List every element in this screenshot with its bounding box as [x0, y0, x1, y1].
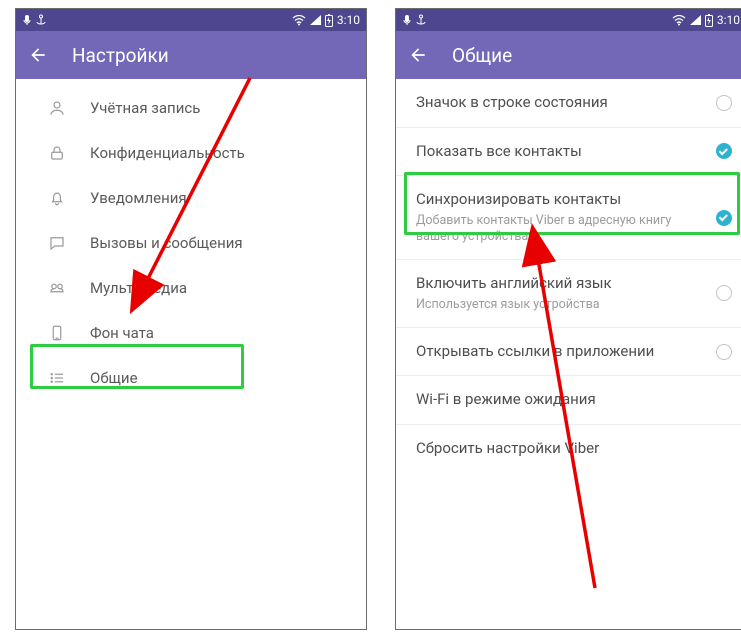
microphone-icon: [402, 14, 412, 26]
anchor-icon: [416, 14, 426, 26]
status-right-icons: 3:10: [292, 13, 360, 27]
general-item-status-icon[interactable]: Значок в строке состояния: [396, 79, 741, 128]
general-item-reset[interactable]: Сбросить настройки Viber: [396, 425, 741, 473]
general-item-title: Wi-Fi в режиме ожидания: [416, 390, 696, 410]
signal-icon: [310, 15, 321, 25]
radio-off-icon[interactable]: [716, 285, 732, 301]
general-item-english[interactable]: Включить английский язык Используется яз…: [396, 260, 741, 328]
settings-item-general[interactable]: Общие: [16, 355, 366, 400]
general-item-show-contacts[interactable]: Показать все контакты: [396, 128, 741, 177]
radio-on-icon[interactable]: [716, 210, 732, 226]
general-list: Значок в строке состояния Показать все к…: [396, 79, 741, 472]
microphone-icon: [22, 14, 32, 26]
phone-general: 3:10 Общие Значок в строке состояния Пок…: [395, 8, 741, 630]
arrow-left-icon: [408, 45, 428, 65]
settings-item-account[interactable]: Учётная запись: [16, 85, 366, 130]
status-left-icons: [402, 14, 426, 26]
user-icon: [46, 97, 68, 119]
general-item-wifi-sleep[interactable]: Wi-Fi в режиме ожидания: [396, 376, 741, 425]
general-item-title: Сбросить настройки Viber: [416, 439, 696, 459]
radio-on-icon[interactable]: [716, 143, 732, 159]
general-item-title: Включить английский язык: [416, 274, 696, 294]
settings-item-label: Общие: [90, 369, 138, 387]
settings-item-notifications[interactable]: Уведомления: [16, 175, 366, 220]
status-right-icons: 3:10: [672, 13, 740, 27]
bell-icon: [46, 187, 68, 209]
settings-item-privacy[interactable]: Конфиденциальность: [16, 130, 366, 175]
status-bar: 3:10: [396, 9, 741, 31]
signal-icon: [690, 15, 701, 25]
general-item-title: Открывать ссылки в приложении: [416, 342, 696, 362]
list-icon: [46, 367, 68, 389]
battery-charging-icon: [705, 14, 713, 27]
settings-item-media[interactable]: Мультимедиа: [16, 265, 366, 310]
settings-item-calls[interactable]: Вызовы и сообщения: [16, 220, 366, 265]
settings-item-label: Фон чата: [90, 324, 154, 342]
settings-item-label: Учётная запись: [90, 99, 200, 117]
back-button[interactable]: [28, 45, 48, 65]
status-time: 3:10: [717, 13, 740, 27]
settings-item-label: Конфиденциальность: [90, 144, 245, 162]
arrow-left-icon: [28, 45, 48, 65]
general-item-title: Показать все контакты: [416, 142, 696, 162]
lock-icon: [46, 142, 68, 164]
wifi-icon: [292, 15, 306, 26]
app-header: Общие: [396, 31, 741, 79]
radio-off-icon[interactable]: [716, 95, 732, 111]
general-item-title: Синхронизировать контакты: [416, 190, 696, 210]
media-icon: [46, 277, 68, 299]
radio-off-icon[interactable]: [716, 344, 732, 360]
settings-item-label: Вызовы и сообщения: [90, 234, 243, 252]
back-button[interactable]: [408, 45, 428, 65]
phone-frame-icon: [46, 322, 68, 344]
settings-item-background[interactable]: Фон чата: [16, 310, 366, 355]
chat-icon: [46, 232, 68, 254]
general-item-subtitle: Используется язык устройства: [416, 297, 696, 313]
app-header: Настройки: [16, 31, 366, 79]
settings-list: Учётная запись Конфиденциальность Уведом…: [16, 79, 366, 406]
phone-settings: 3:10 Настройки Учётная запись Конфиденци…: [15, 8, 367, 630]
general-item-title: Значок в строке состояния: [416, 93, 696, 113]
page-title: Настройки: [72, 44, 169, 67]
status-bar: 3:10: [16, 9, 366, 31]
settings-item-label: Уведомления: [90, 189, 187, 207]
general-item-links[interactable]: Открывать ссылки в приложении: [396, 328, 741, 377]
general-item-subtitle: Добавить контакты Viber в адресную книгу…: [416, 213, 696, 246]
status-left-icons: [22, 14, 46, 26]
settings-item-label: Мультимедиа: [90, 279, 187, 297]
status-time: 3:10: [337, 13, 360, 27]
wifi-icon: [672, 15, 686, 26]
battery-charging-icon: [325, 14, 333, 27]
page-title: Общие: [452, 44, 512, 67]
general-item-sync-contacts[interactable]: Синхронизировать контакты Добавить конта…: [396, 176, 741, 260]
anchor-icon: [36, 14, 46, 26]
